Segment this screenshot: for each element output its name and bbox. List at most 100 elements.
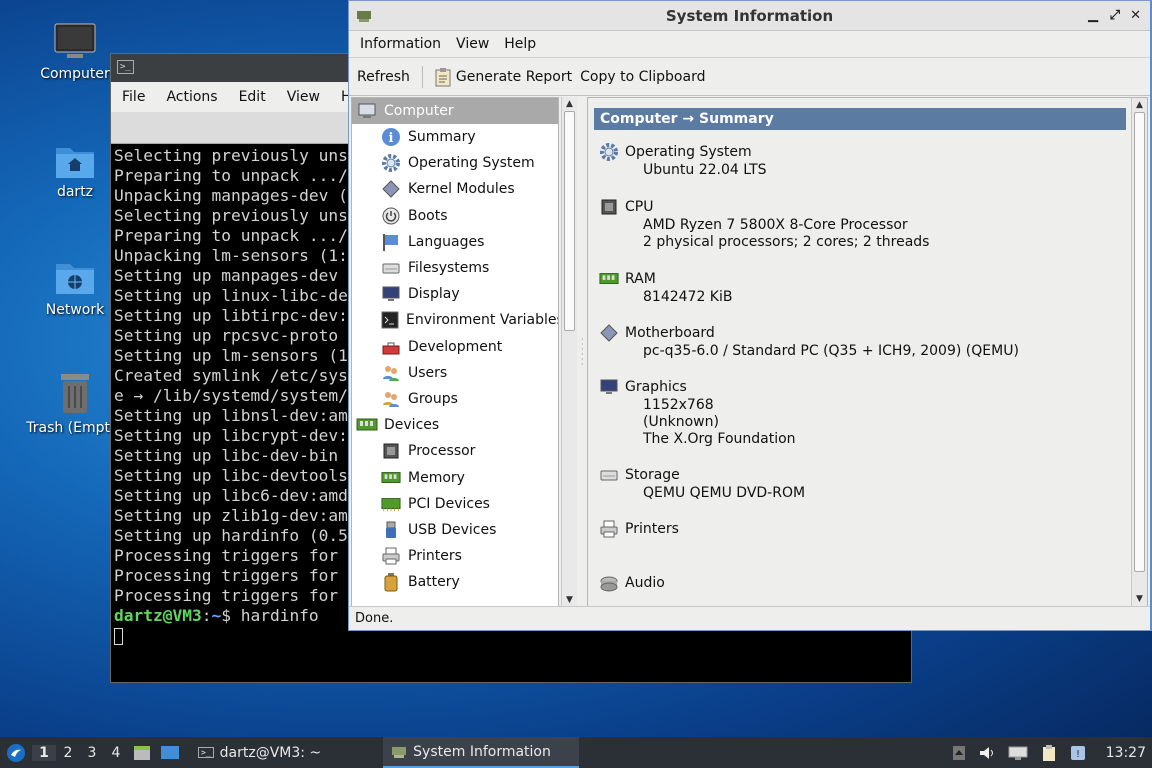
minimize-icon[interactable]: ▁ <box>1088 1 1098 31</box>
workspace-2[interactable]: 2 <box>56 745 80 761</box>
section-title: Storage <box>625 467 680 483</box>
system-information-window[interactable]: System Information ▁ ⤢ ✕ Information Vie… <box>348 0 1152 631</box>
tree-item-pci-devices[interactable]: PCI Devices <box>352 491 558 517</box>
summary-heading: Computer → Summary <box>594 108 1126 130</box>
show-desktop-button[interactable] <box>128 737 156 768</box>
tree-label: Battery <box>408 574 460 591</box>
workspace-4[interactable]: 4 <box>104 745 128 761</box>
module-icon <box>380 178 402 200</box>
clock[interactable]: 13:27 <box>1106 745 1146 761</box>
tree-item-printers[interactable]: Printers <box>352 543 558 569</box>
tree-item-environment-variables[interactable]: Environment Variables <box>352 307 558 333</box>
tree-item-display[interactable]: Display <box>352 281 558 307</box>
battery-icon <box>380 571 402 593</box>
tree-label: Operating System <box>408 155 535 172</box>
tree-label: Printers <box>408 548 462 565</box>
users-icon <box>380 362 402 384</box>
tree-item-filesystems[interactable]: Filesystems <box>352 255 558 281</box>
clipboard-icon[interactable] <box>1040 744 1058 762</box>
tree-item-processor[interactable]: Processor <box>352 438 558 464</box>
tree-item-languages[interactable]: Languages <box>352 229 558 255</box>
menu-information[interactable]: Information <box>360 36 441 52</box>
prompt-user: dartz@VM3 <box>114 606 202 625</box>
tree-item-operating-system[interactable]: Operating System <box>352 150 558 176</box>
close-icon[interactable]: ✕ <box>1130 1 1141 31</box>
scroll-up-arrow[interactable]: ▲ <box>1132 98 1147 112</box>
terminal-menu-edit[interactable]: Edit <box>239 89 266 105</box>
tree-scrollbar[interactable]: ▲ ▼ <box>561 97 577 607</box>
terminal-icon: >_ <box>198 747 214 758</box>
computer-icon <box>356 100 378 122</box>
tree-label: USB Devices <box>408 521 497 538</box>
section-title: Audio <box>625 575 665 591</box>
tree-item-devices[interactable]: Devices <box>352 412 558 438</box>
section-title: Motherboard <box>625 325 715 341</box>
computer-icon <box>54 23 96 58</box>
maximize-icon[interactable]: ⤢ <box>1110 1 1120 31</box>
section-storage: Storage QEMU QEMU DVD-ROM <box>598 465 805 502</box>
svg-text:!: ! <box>1076 749 1080 760</box>
taskbar: 1 2 3 4 >_ dartz@VM3: ~ System Informati… <box>0 737 1152 768</box>
workspace-1[interactable]: 1 <box>32 744 56 761</box>
tree-item-computer[interactable]: Computer <box>352 98 558 124</box>
terminal-menu-file[interactable]: File <box>122 89 145 105</box>
section-audio: Audio <box>598 573 665 593</box>
tree-item-boots[interactable]: Boots <box>352 203 558 229</box>
tree-item-battery[interactable]: Battery <box>352 569 558 595</box>
toolbar-separator <box>421 65 434 88</box>
detail-scroll-thumb[interactable] <box>1134 112 1145 572</box>
gear-icon <box>598 141 620 163</box>
section-value: 8142472 KiB <box>643 289 733 305</box>
tree-scroll-thumb[interactable] <box>564 111 575 331</box>
detail-scrollbar[interactable]: ▲ ▼ <box>1131 98 1147 606</box>
category-tree[interactable]: Computer i Summary Operating System Kerne… <box>351 97 559 607</box>
workspace-3[interactable]: 3 <box>80 745 104 761</box>
tree-item-development[interactable]: Development <box>352 334 558 360</box>
scroll-down-arrow[interactable]: ▼ <box>562 593 577 607</box>
tree-label: Summary <box>408 129 476 146</box>
gear-icon <box>380 152 402 174</box>
tree-item-memory[interactable]: Memory <box>352 464 558 490</box>
ram-icon <box>356 414 378 436</box>
volume-icon[interactable] <box>978 745 996 761</box>
desktop-switch-button[interactable] <box>156 737 184 768</box>
scroll-up-arrow[interactable]: ▲ <box>562 97 577 111</box>
scroll-down-arrow[interactable]: ▼ <box>1132 592 1147 606</box>
start-menu-button[interactable] <box>0 737 32 768</box>
menu-help[interactable]: Help <box>504 36 536 52</box>
section-value: The X.Org Foundation <box>643 431 796 447</box>
section-value: QEMU QEMU DVD-ROM <box>643 485 806 501</box>
hardinfo-menubar: Information View Help <box>349 31 1150 58</box>
tree-item-kernel-modules[interactable]: Kernel Modules <box>352 176 558 202</box>
tree-item-groups[interactable]: Groups <box>352 386 558 412</box>
tree-item-users[interactable]: Users <box>352 360 558 386</box>
copy-to-clipboard-button[interactable]: Copy to Clipboard <box>580 69 705 85</box>
tree-label: Users <box>408 364 448 381</box>
generate-report-button[interactable]: Generate Report <box>434 67 572 87</box>
pci-icon <box>380 493 402 515</box>
menu-view[interactable]: View <box>456 36 489 52</box>
section-value: 2 physical processors; 2 cores; 2 thread… <box>643 234 930 250</box>
network-icon[interactable] <box>1008 745 1028 761</box>
task-system-information[interactable]: System Information <box>383 737 580 768</box>
tree-label: Boots <box>408 207 448 224</box>
section-value: 1152x768 <box>643 397 714 413</box>
section-title: Printers <box>625 521 679 537</box>
refresh-button[interactable]: Refresh <box>357 69 410 85</box>
hardinfo-toolbar: Refresh Generate Report Copy to Clipboar… <box>349 58 1150 96</box>
task-terminal[interactable]: >_ dartz@VM3: ~ <box>190 737 329 768</box>
pane-resize-handle[interactable]: · · · · · · <box>581 336 584 369</box>
hardinfo-titlebar[interactable]: System Information ▁ ⤢ ✕ <box>349 1 1150 31</box>
terminal-menu-actions[interactable]: Actions <box>166 89 217 105</box>
printer-icon <box>598 518 620 540</box>
tree-item-usb-devices[interactable]: USB Devices <box>352 517 558 543</box>
tree-item-summary[interactable]: i Summary <box>352 124 558 150</box>
module-icon <box>598 322 620 344</box>
toolbox-icon <box>380 336 402 358</box>
section-title: CPU <box>625 199 654 215</box>
window-title: System Information <box>665 7 834 25</box>
notification-icon[interactable]: ! <box>1070 745 1086 761</box>
terminal-menu-view[interactable]: View <box>287 89 320 105</box>
tray-up-arrow-icon[interactable] <box>952 745 966 761</box>
copy-label: Copy to Clipboard <box>580 68 706 85</box>
